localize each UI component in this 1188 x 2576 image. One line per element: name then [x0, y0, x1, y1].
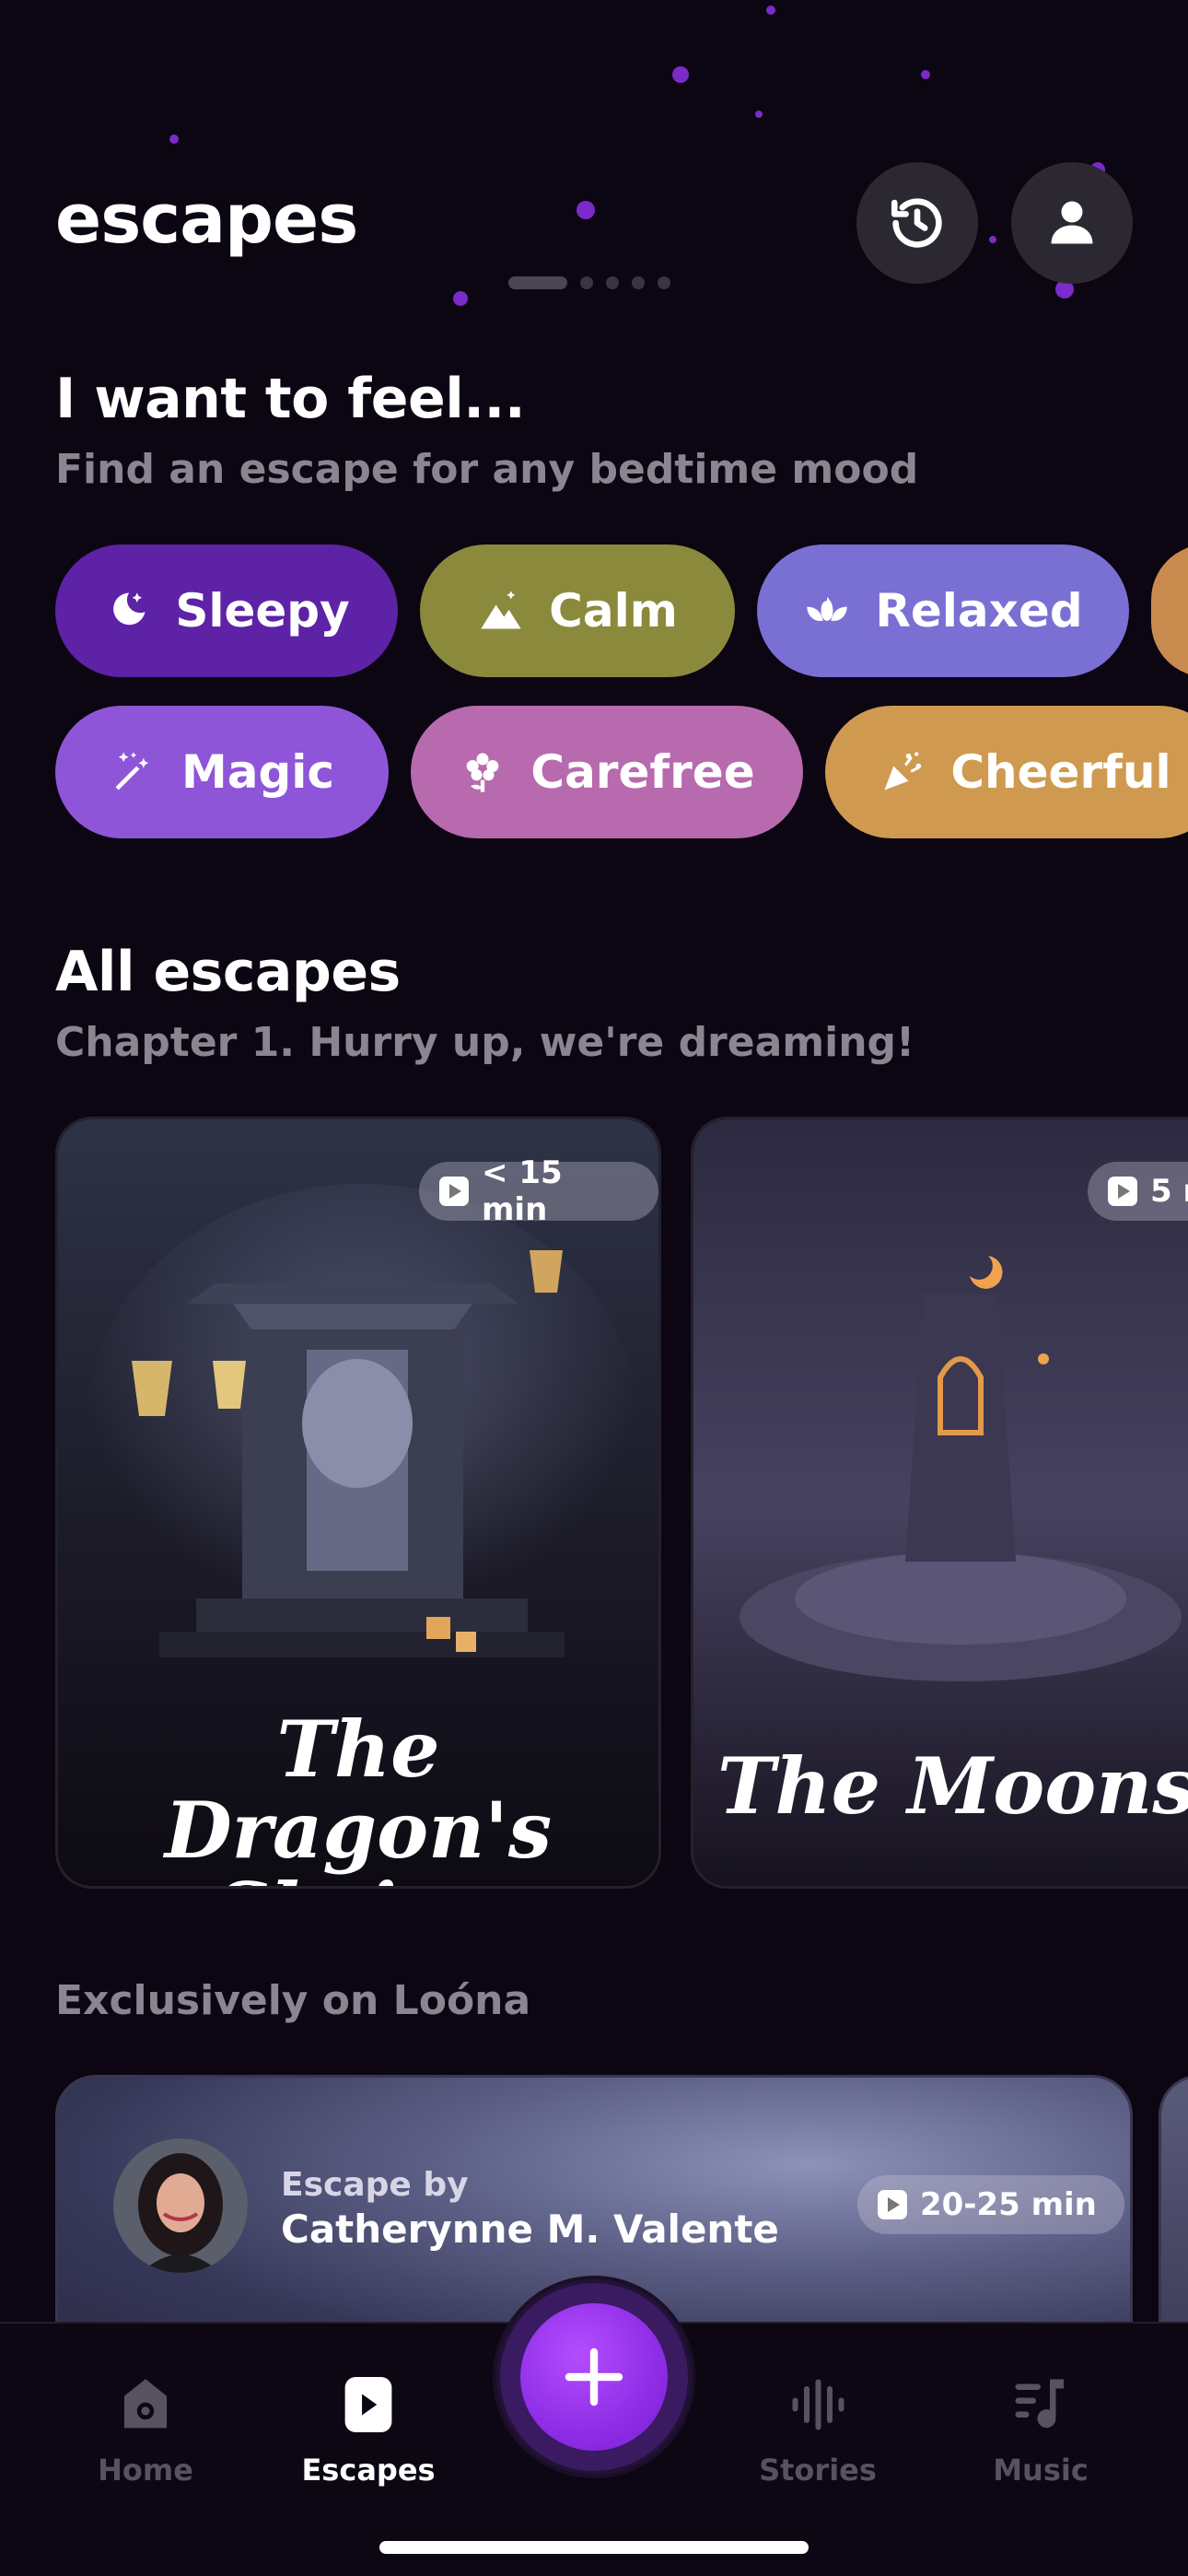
nav-escapes[interactable]: Escapes	[276, 2368, 460, 2488]
moon-stars-icon	[113, 592, 146, 626]
home-icon	[123, 2379, 168, 2429]
play-icon	[878, 2190, 907, 2219]
escapes-screen: escapes I want to feel... Find an escape…	[0, 0, 1188, 2576]
duration-badge: 5 m	[1088, 1162, 1188, 1221]
exclusive-title: Exclusively on Loóna	[55, 1977, 531, 2024]
escape-by-label: Escape by	[281, 2166, 469, 2204]
mountain-icon	[481, 591, 521, 629]
chip-label: Sleepy	[175, 584, 350, 638]
nav-label: Home	[98, 2453, 193, 2488]
chip-label: Magic	[181, 745, 335, 799]
music-note-icon	[1015, 2379, 1064, 2429]
star-decoration	[921, 70, 930, 79]
escape-card-moonstone[interactable]: 5 m The Moonsto	[691, 1117, 1188, 1889]
card-title: The Dragon's Shrine	[164, 1704, 553, 1887]
star-decoration	[577, 201, 595, 219]
star-decoration	[453, 291, 468, 306]
duration-text: < 15 min	[482, 1154, 563, 1228]
play-square-icon	[344, 2377, 392, 2432]
chip-calm[interactable]: Calm	[420, 544, 735, 677]
magic-wand-icon	[115, 752, 149, 790]
chip-carefree[interactable]: Carefree	[411, 706, 803, 838]
star-decoration	[672, 66, 689, 83]
author-name: Catherynne M. Valente	[281, 2207, 779, 2252]
flower-icon	[467, 753, 499, 792]
nav-label: Stories	[759, 2453, 877, 2488]
chip-label: Calm	[549, 584, 678, 638]
user-icon	[1051, 201, 1093, 244]
chip-label: Cheerful	[950, 745, 1171, 799]
chip-cheerful[interactable]: Cheerful	[825, 706, 1188, 838]
chip-relaxed[interactable]: Relaxed	[757, 544, 1129, 677]
star-decoration	[169, 135, 179, 144]
chip-label: Relaxed	[875, 584, 1083, 638]
duration-text: 20-25 min	[920, 2186, 1097, 2223]
chip-label: Carefree	[530, 745, 755, 799]
chip-more[interactable]	[1151, 544, 1188, 677]
escape-card-dragons-shrine[interactable]: < 15 min The Dragon's Shrine	[55, 1117, 661, 1889]
play-icon	[439, 1177, 469, 1206]
mood-title: I want to feel...	[55, 367, 526, 431]
mood-subtitle: Find an escape for any bedtime mood	[55, 446, 919, 493]
duration-badge: < 15 min	[419, 1154, 658, 1228]
nav-music[interactable]: Music	[949, 2368, 1133, 2488]
chip-sleepy[interactable]: Sleepy	[55, 544, 398, 677]
star-decoration	[766, 6, 775, 15]
all-escapes-title: All escapes	[55, 940, 401, 1004]
history-button[interactable]	[856, 162, 978, 284]
party-popper-icon	[884, 752, 922, 790]
soundwave-icon	[792, 2379, 844, 2430]
author-photo	[113, 2138, 248, 2273]
chip-magic[interactable]: Magic	[55, 706, 389, 838]
star-decoration	[755, 111, 763, 118]
duration-badge: 20-25 min	[857, 2175, 1124, 2234]
nav-label: Escapes	[301, 2453, 436, 2488]
play-icon	[1108, 1177, 1137, 1206]
nav-stories[interactable]: Stories	[726, 2368, 910, 2488]
all-escapes-subtitle: Chapter 1. Hurry up, we're dreaming!	[55, 1019, 915, 1066]
lotus-icon	[807, 596, 848, 621]
history-icon	[891, 198, 942, 248]
page-title: escapes	[55, 180, 358, 259]
star-decoration	[989, 236, 996, 243]
plus-icon	[565, 2348, 623, 2406]
card-title: The Moonsto	[717, 1740, 1188, 1832]
nav-label: Music	[993, 2453, 1089, 2488]
page-indicator	[508, 276, 670, 289]
home-indicator	[379, 2541, 809, 2554]
profile-button[interactable]	[1011, 162, 1133, 284]
duration-text: 5 m	[1150, 1173, 1188, 1210]
author-avatar	[113, 2138, 248, 2273]
create-button[interactable]	[520, 2303, 668, 2451]
nav-home[interactable]: Home	[53, 2368, 238, 2488]
